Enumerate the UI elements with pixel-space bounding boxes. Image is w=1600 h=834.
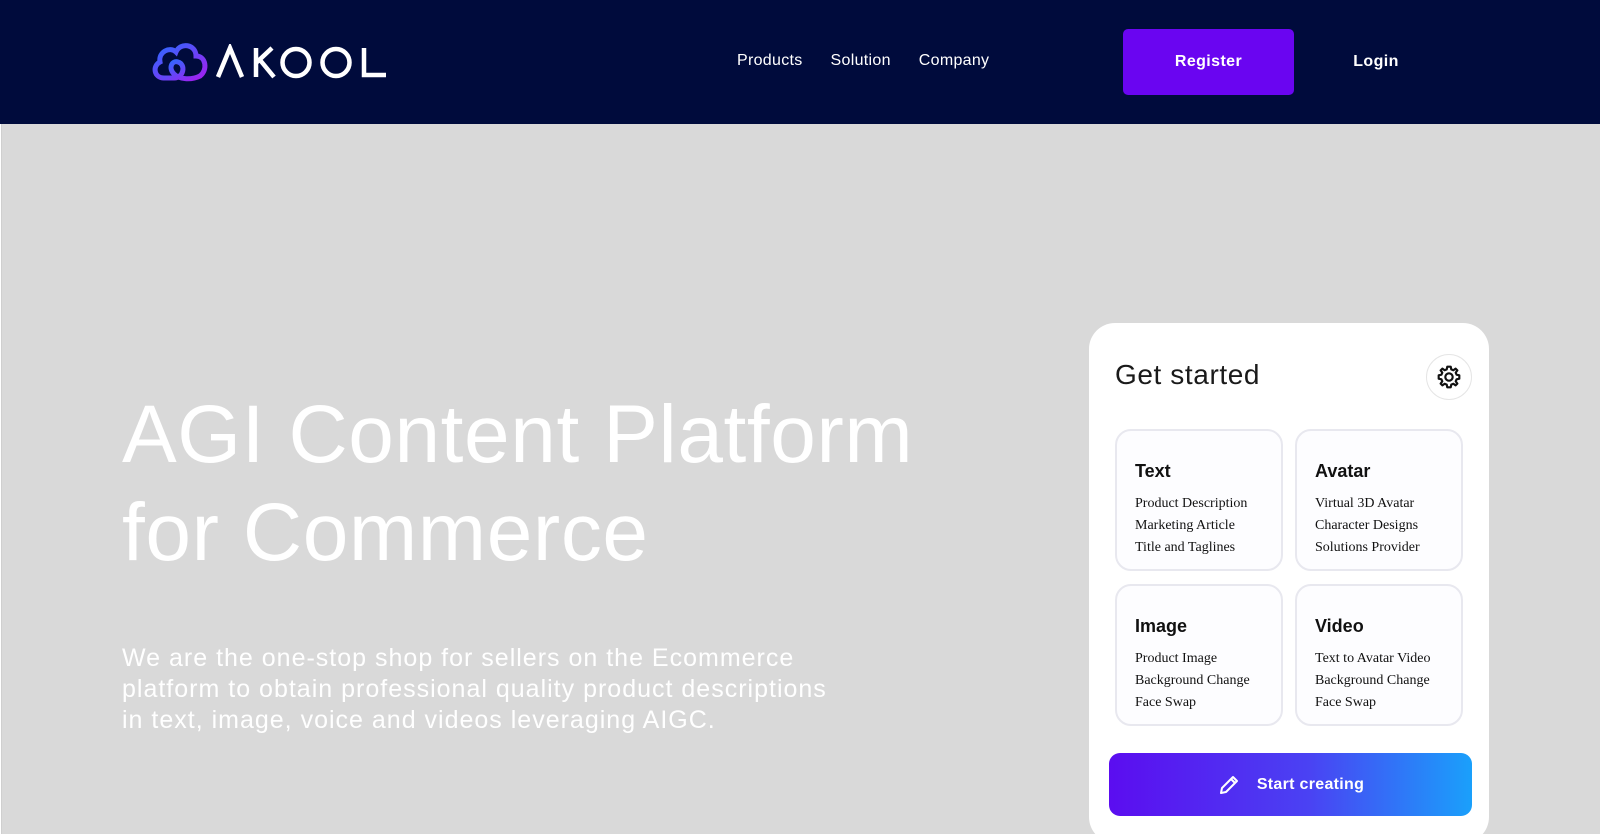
akool-logo[interactable]: [150, 38, 389, 86]
tile-avatar[interactable]: Avatar Virtual 3D Avatar Character Desig…: [1295, 429, 1463, 571]
tile-item: Face Swap: [1315, 695, 1377, 710]
tile-item: Face Swap: [1135, 695, 1197, 710]
tile-item: Background Change: [1315, 673, 1430, 688]
tile-title: Video: [1315, 616, 1364, 636]
register-button[interactable]: Register: [1123, 29, 1294, 95]
tile-title: Image: [1135, 616, 1188, 636]
login-button[interactable]: Login: [1330, 29, 1422, 95]
nav-solution[interactable]: Solution: [831, 52, 891, 70]
pencil-icon: [1219, 775, 1238, 794]
site-header: Products Solution Company Register Login: [0, 0, 1600, 124]
tile-item: Marketing Article: [1135, 518, 1235, 533]
hero-description: We are the one-stop shop for sellers on …: [122, 644, 827, 734]
tile-item: Product Image: [1135, 651, 1218, 666]
hero-title-line-2: for Commerce: [122, 487, 649, 578]
nav-products[interactable]: Products: [737, 52, 803, 70]
tile-item: Title and Taglines: [1135, 540, 1236, 555]
cloud-logo-icon: [152, 43, 208, 82]
akool-wordmark: [215, 44, 386, 79]
tile-title: Avatar: [1315, 461, 1371, 481]
tile-item: Character Designs: [1315, 518, 1419, 533]
card-title: Get started: [1115, 359, 1261, 390]
tile-list: Product Image Background Change Face Swa…: [1135, 648, 1250, 714]
main-nav: Products Solution Company: [737, 52, 989, 70]
tile-list: Product Description Marketing Article Ti…: [1135, 493, 1247, 559]
tile-item: Virtual 3D Avatar: [1315, 496, 1415, 511]
settings-button[interactable]: [1426, 354, 1472, 400]
start-creating-button[interactable]: Start creating: [1109, 753, 1472, 816]
start-creating-label: Start creating: [1256, 775, 1365, 793]
tile-list: Virtual 3D Avatar Character Designs Solu…: [1315, 493, 1420, 559]
tile-item: Product Description: [1135, 496, 1248, 511]
tile-image[interactable]: Image Product Image Background Change Fa…: [1115, 584, 1283, 726]
tile-video[interactable]: Video Text to Avatar Video Background Ch…: [1295, 584, 1463, 726]
hero-title: AGI Content Platform for Commerce: [122, 386, 914, 582]
tile-item: Solutions Provider: [1315, 540, 1420, 555]
tile-list: Text to Avatar Video Background Change F…: [1315, 648, 1430, 714]
hero-title-line-1: AGI Content Platform: [122, 389, 914, 480]
gear-icon: [1437, 365, 1461, 389]
tile-item: Text to Avatar Video: [1315, 651, 1431, 666]
tile-title: Text: [1135, 461, 1171, 481]
tile-item: Background Change: [1135, 673, 1250, 688]
get-started-card: Get started Text Product Description Mar…: [1089, 323, 1489, 834]
nav-company[interactable]: Company: [919, 52, 990, 70]
tile-text[interactable]: Text Product Description Marketing Artic…: [1115, 429, 1283, 571]
